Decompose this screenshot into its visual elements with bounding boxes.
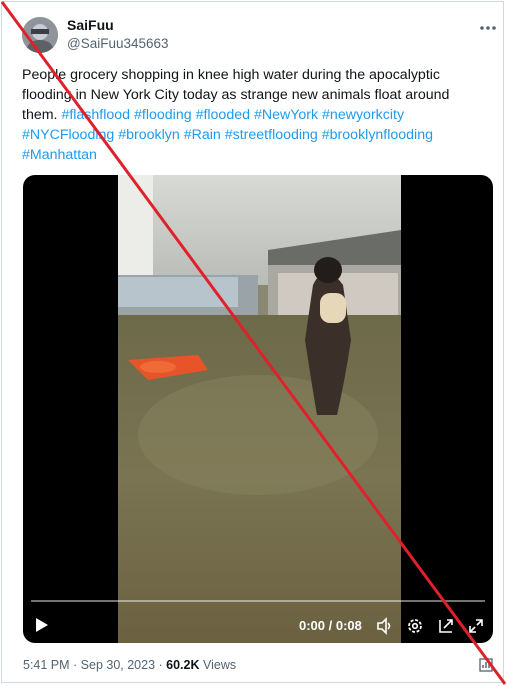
video-time: 0:00 / 0:08 — [299, 618, 362, 633]
volume-icon[interactable] — [376, 617, 394, 635]
fullscreen-icon[interactable] — [467, 617, 485, 635]
hashtag[interactable]: #NewYork — [254, 107, 318, 123]
views-label: Views — [199, 658, 237, 672]
hashtag[interactable]: #streetflooding — [225, 127, 318, 143]
avatar-image — [22, 17, 58, 53]
more-options-icon[interactable] — [478, 18, 498, 38]
hashtag[interactable]: #Manhattan — [22, 147, 97, 163]
analytics-icon[interactable] — [478, 657, 494, 673]
play-icon[interactable] — [34, 616, 50, 634]
user-handle[interactable]: @SaiFuu345663 — [67, 36, 169, 51]
video-frame — [118, 175, 401, 643]
hashtag[interactable]: #Rain — [184, 127, 221, 143]
hashtag[interactable]: #flooded — [196, 107, 250, 123]
hashtag[interactable]: #flooding — [134, 107, 192, 123]
views-count: 60.2K — [166, 658, 200, 672]
tweet-text: People grocery shopping in knee high wat… — [22, 65, 482, 165]
hashtag[interactable]: #newyorkcity — [322, 107, 404, 123]
tweet-meta: 5:41 PM · Sep 30, 2023 · 60.2K Views — [23, 658, 236, 672]
timestamp[interactable]: 5:41 PM · Sep 30, 2023 · — [23, 658, 166, 672]
hashtag[interactable]: #brooklynflooding — [322, 127, 433, 143]
progress-bar[interactable] — [31, 600, 485, 602]
pip-icon[interactable] — [437, 617, 455, 635]
display-name[interactable]: SaiFuu — [67, 17, 114, 33]
settings-icon[interactable] — [406, 617, 424, 635]
video-player[interactable]: 0:00 / 0:08 — [23, 175, 493, 643]
hashtag[interactable]: #NYCFlooding — [22, 127, 114, 143]
hashtag[interactable]: #brooklyn — [118, 127, 180, 143]
hashtag[interactable]: #flashflood — [61, 107, 130, 123]
avatar[interactable] — [22, 17, 58, 53]
